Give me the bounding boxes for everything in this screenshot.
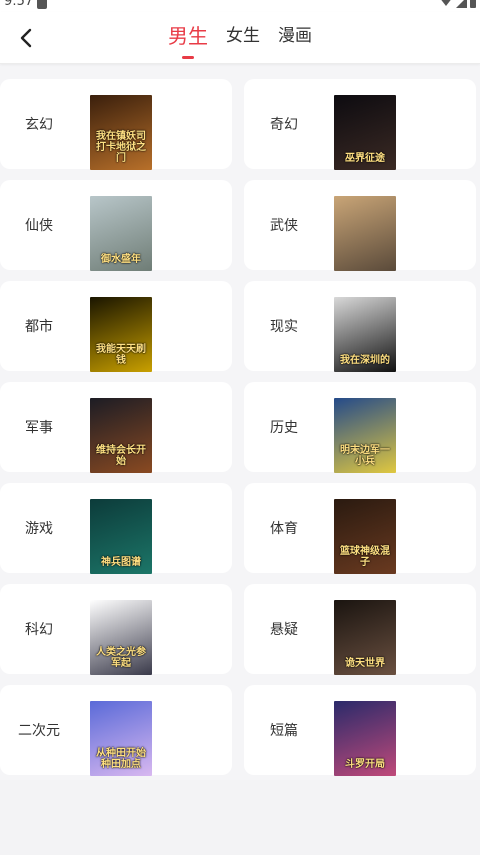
- cover-title: 人类之光参军起: [96, 647, 146, 669]
- cover-title: 诡天世界: [345, 658, 385, 669]
- notification-icon: [37, 0, 47, 9]
- cover-title: 神兵图谱: [101, 557, 141, 568]
- book-cover[interactable]: 人类之光参军起: [90, 600, 152, 675]
- book-cover[interactable]: 维持会长开始: [90, 398, 152, 473]
- cover-title: 篮球神级混子: [340, 546, 390, 568]
- category-card[interactable]: 体育篮球神级混子: [244, 483, 476, 574]
- category-label: 科幻: [25, 622, 53, 638]
- category-card[interactable]: 历史明末边军一小兵: [244, 382, 476, 473]
- category-label: 奇幻: [270, 117, 298, 133]
- book-cover[interactable]: [334, 196, 396, 271]
- category-card[interactable]: 仙侠御水盛年: [0, 180, 232, 271]
- tab-label: 女生: [226, 26, 260, 46]
- category-label: 军事: [25, 420, 53, 436]
- category-card[interactable]: 短篇斗罗开局: [244, 685, 476, 776]
- cover-title: 我在深圳的: [340, 355, 390, 366]
- book-cover[interactable]: 明末边军一小兵: [334, 398, 396, 473]
- category-label: 历史: [270, 420, 298, 436]
- book-cover[interactable]: 神兵图谱: [90, 499, 152, 574]
- chevron-left-icon: [20, 28, 32, 48]
- top-header: 男生 女生 漫画: [0, 12, 480, 64]
- cover-title: 我在镇妖司打卡地狱之门: [96, 131, 146, 164]
- book-cover[interactable]: 御水盛年: [90, 196, 152, 271]
- tab-comics[interactable]: 漫画: [278, 20, 312, 52]
- category-label: 悬疑: [270, 622, 298, 638]
- book-cover[interactable]: 我在深圳的: [334, 297, 396, 372]
- category-label: 仙侠: [25, 218, 53, 234]
- gender-tabs: 男生 女生 漫画: [168, 20, 330, 64]
- status-icons: [439, 0, 476, 9]
- book-cover[interactable]: 斗罗开局: [334, 701, 396, 776]
- status-bar: 9:57: [0, 0, 480, 12]
- cell-signal-icon: [456, 0, 467, 8]
- category-card[interactable]: 二次元从种田开始种田加点: [0, 685, 232, 776]
- book-cover[interactable]: 我能天天刷钱: [90, 297, 152, 372]
- status-time: 9:57: [4, 0, 34, 9]
- category-label: 体育: [270, 521, 298, 537]
- category-label: 玄幻: [25, 117, 53, 133]
- category-label: 现实: [270, 319, 298, 335]
- cover-title: 从种田开始种田加点: [96, 748, 146, 770]
- category-card[interactable]: 现实我在深圳的: [244, 281, 476, 372]
- category-label: 游戏: [25, 521, 53, 537]
- tab-female[interactable]: 女生: [226, 20, 260, 52]
- book-cover[interactable]: 诡天世界: [334, 600, 396, 675]
- category-card[interactable]: 科幻人类之光参军起: [0, 584, 232, 675]
- category-label: 二次元: [18, 723, 60, 739]
- book-cover[interactable]: 从种田开始种田加点: [90, 701, 152, 776]
- active-tab-indicator: [182, 56, 194, 59]
- category-card[interactable]: 军事维持会长开始: [0, 382, 232, 473]
- category-label: 短篇: [270, 723, 298, 739]
- category-card[interactable]: 武侠: [244, 180, 476, 271]
- back-button[interactable]: [12, 22, 40, 54]
- book-cover[interactable]: 篮球神级混子: [334, 499, 396, 574]
- battery-icon: [470, 0, 476, 8]
- page-bottom: [0, 780, 480, 855]
- category-grid: 玄幻 我在镇妖司打卡地狱之门 奇幻 巫界征途 仙侠 御水盛年 武侠 都市 我能天天刷钱 现实 我在深…: [0, 79, 480, 776]
- cover-title: 维持会长开始: [96, 445, 146, 467]
- cover-title: 御水盛年: [101, 254, 141, 265]
- category-card[interactable]: 悬疑诡天世界: [244, 584, 476, 675]
- tab-label: 男生: [168, 24, 208, 48]
- cover-title: 我能天天刷钱: [96, 344, 146, 366]
- category-card[interactable]: 玄幻我在镇妖司打卡地狱之门: [0, 79, 232, 170]
- cover-title: 巫界征途: [345, 153, 385, 164]
- category-card[interactable]: 奇幻巫界征途: [244, 79, 476, 170]
- category-card[interactable]: 都市我能天天刷钱: [0, 281, 232, 372]
- book-cover[interactable]: 我在镇妖司打卡地狱之门: [90, 95, 152, 170]
- category-label: 都市: [25, 319, 53, 335]
- cover-title: 明末边军一小兵: [340, 445, 390, 467]
- wifi-icon: [439, 0, 453, 6]
- tab-male[interactable]: 男生: [168, 20, 208, 59]
- tab-label: 漫画: [278, 26, 312, 46]
- book-cover[interactable]: 巫界征途: [334, 95, 396, 170]
- category-card[interactable]: 游戏神兵图谱: [0, 483, 232, 574]
- cover-title: 斗罗开局: [345, 759, 385, 770]
- category-label: 武侠: [270, 218, 298, 234]
